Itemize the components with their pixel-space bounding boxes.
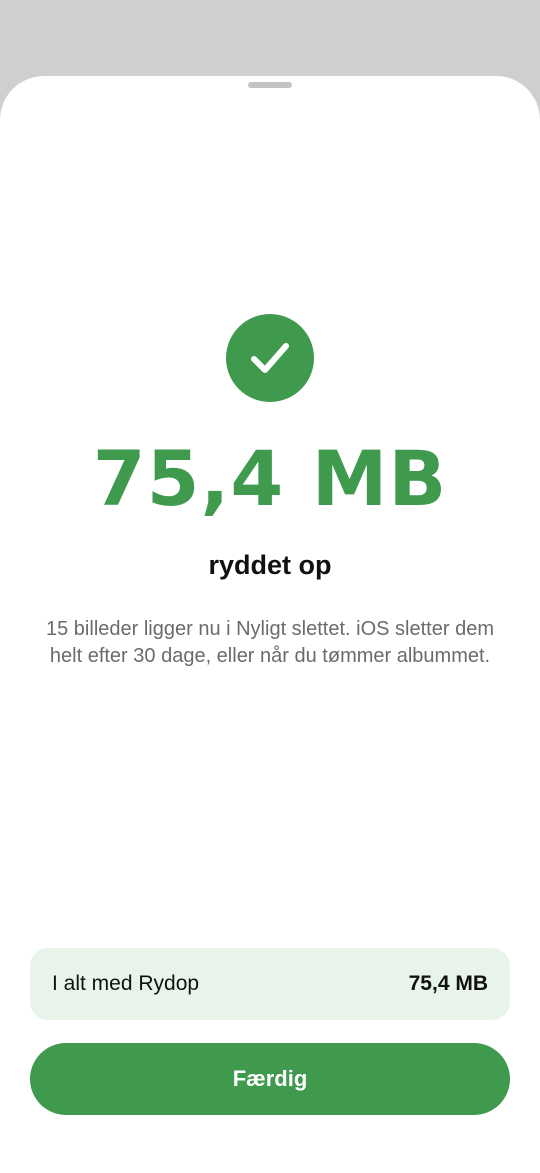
total-summary-value: 75,4 MB (408, 972, 488, 995)
sheet-grabber-handle[interactable] (248, 82, 292, 88)
cleaned-amount: 75,4 MB (92, 434, 448, 523)
total-summary-card: I alt med Rydop 75,4 MB (30, 948, 510, 1020)
bottom-sheet: 75,4 MB ryddet op 15 billeder ligger nu … (0, 76, 540, 1173)
cleanup-description: 15 billeder ligger nu i Nyligt slettet. … (46, 618, 494, 667)
success-checkmark-icon (226, 314, 314, 402)
total-summary-label: I alt med Rydop (52, 972, 200, 995)
cleaned-subtitle: ryddet op (208, 550, 332, 580)
done-button[interactable]: Færdig (30, 1043, 510, 1115)
